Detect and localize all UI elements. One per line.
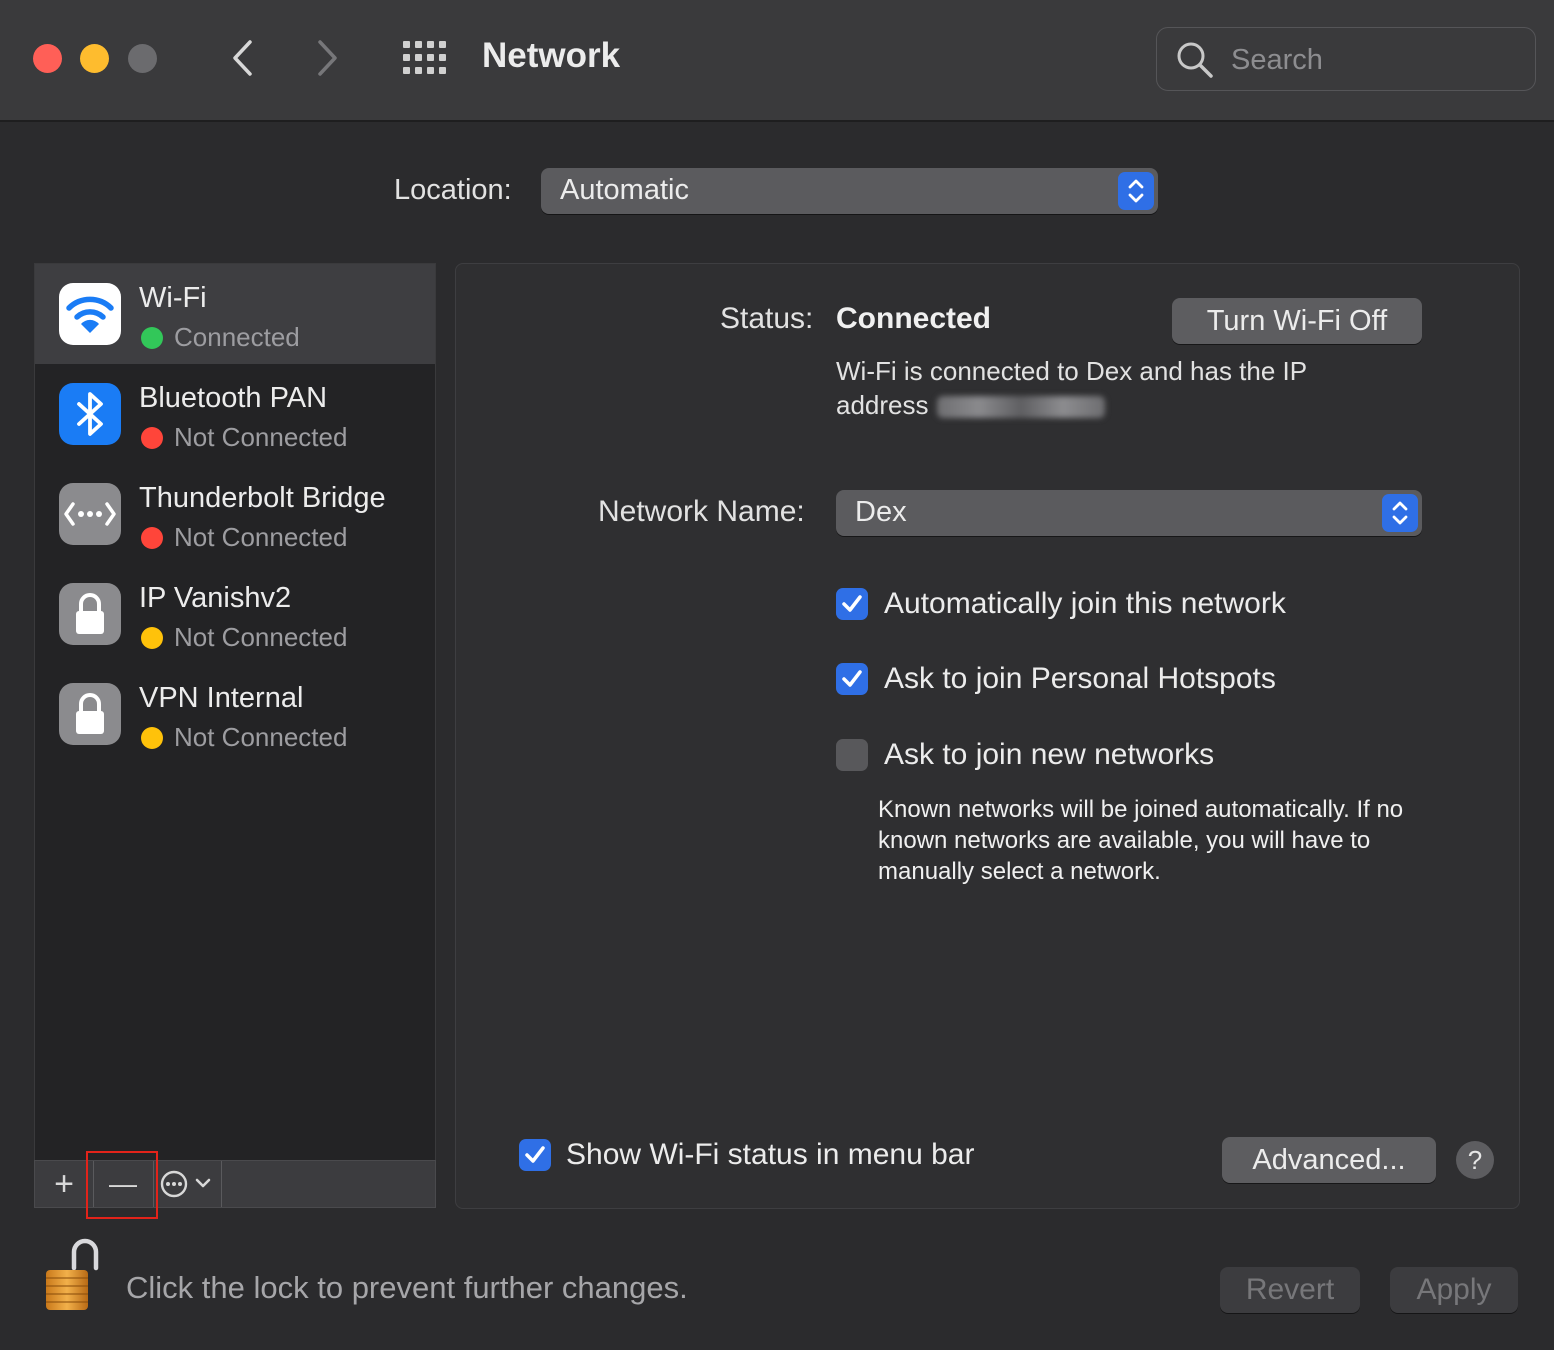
service-name: IP Vanishv2: [139, 582, 292, 614]
network-name-popup[interactable]: Dex: [836, 490, 1422, 536]
window-title: Network: [482, 36, 621, 75]
status-description: Wi-Fi is connected to Dex and has the IP…: [836, 354, 1396, 422]
chevron-left-icon: [233, 40, 252, 76]
apply-button[interactable]: Apply: [1390, 1267, 1518, 1313]
service-item-wifi[interactable]: Wi-Fi Connected: [35, 264, 435, 364]
turn-wifi-off-label: Turn Wi-Fi Off: [1206, 304, 1388, 337]
service-name: Thunderbolt Bridge: [139, 482, 386, 514]
action-menu-button[interactable]: [153, 1161, 222, 1207]
service-status: Not Connected: [174, 522, 348, 552]
search-field[interactable]: [1156, 27, 1536, 91]
ellipsis-circle-icon: [160, 1170, 211, 1198]
status-dot-red: [141, 527, 163, 549]
show-wifi-status-checkbox[interactable]: [519, 1139, 551, 1171]
bluetooth-icon: [59, 383, 121, 445]
popup-stepper-icon: [1382, 494, 1418, 532]
service-status: Not Connected: [174, 722, 348, 752]
search-icon: [1177, 42, 1213, 78]
service-name: Wi-Fi: [139, 282, 207, 314]
highlight-box: [86, 1151, 158, 1219]
location-popup[interactable]: Automatic: [541, 168, 1158, 214]
advanced-label: Advanced...: [1252, 1143, 1406, 1176]
location-label: Location:: [394, 174, 512, 206]
service-list: Wi-Fi Connected Bluetooth PAN Not Connec…: [34, 263, 436, 1161]
service-name: Bluetooth PAN: [139, 382, 328, 414]
location-value: Automatic: [560, 174, 689, 206]
redacted-ip-address: [936, 396, 1105, 419]
service-status: Not Connected: [174, 622, 348, 652]
show-wifi-status-label[interactable]: Show Wi-Fi status in menu bar: [566, 1138, 974, 1172]
search-input[interactable]: [1229, 38, 1523, 82]
new-networks-checkbox[interactable]: [836, 739, 868, 771]
thunderbolt-bridge-icon: [59, 483, 121, 545]
add-label: +: [54, 1164, 74, 1203]
help-button[interactable]: ?: [1456, 1141, 1494, 1179]
service-name: VPN Internal: [139, 682, 304, 714]
chevron-right-icon: [318, 40, 337, 76]
lock-icon: [59, 583, 121, 645]
checkmark-icon: [842, 670, 862, 687]
close-window-button[interactable]: [33, 44, 62, 73]
service-item-ip-vanishv2[interactable]: IP Vanishv2 Not Connected: [35, 564, 435, 664]
forward-button[interactable]: [308, 36, 348, 80]
service-status: Connected: [174, 322, 300, 352]
service-status: Not Connected: [174, 422, 348, 452]
unlocked-padlock-icon: [46, 1238, 99, 1310]
personal-hotspots-label[interactable]: Ask to join Personal Hotspots: [884, 662, 1276, 696]
status-dot-yellow: [141, 727, 163, 749]
network-name-value: Dex: [855, 496, 907, 528]
known-networks-note: Known networks will be joined automatica…: [878, 796, 1404, 885]
new-networks-label[interactable]: Ask to join new networks: [884, 738, 1214, 772]
checkmark-icon: [842, 595, 862, 612]
grid-icon: [403, 41, 446, 74]
status-value: Connected: [836, 302, 992, 335]
advanced-button[interactable]: Advanced...: [1222, 1137, 1436, 1183]
status-dot-red: [141, 427, 163, 449]
personal-hotspots-checkbox[interactable]: [836, 663, 868, 695]
service-item-thunderbolt-bridge[interactable]: Thunderbolt Bridge Not Connected: [35, 464, 435, 564]
auto-join-label[interactable]: Automatically join this network: [884, 587, 1286, 621]
revert-button[interactable]: Revert: [1220, 1267, 1360, 1313]
revert-label: Revert: [1245, 1273, 1335, 1306]
service-item-bluetooth-pan[interactable]: Bluetooth PAN Not Connected: [35, 364, 435, 464]
auto-join-checkbox[interactable]: [836, 588, 868, 620]
popup-stepper-icon: [1118, 172, 1154, 210]
toolbar: Network: [0, 0, 1554, 122]
network-name-label: Network Name:: [598, 495, 805, 528]
status-dot-green: [141, 327, 163, 349]
lock-message: Click the lock to prevent further change…: [126, 1270, 688, 1305]
status-label: Status:: [720, 302, 814, 335]
checkmark-icon: [525, 1146, 545, 1163]
zoom-window-button[interactable]: [128, 44, 157, 73]
unlocked-padlock-button[interactable]: [44, 1238, 106, 1319]
wifi-icon: [59, 283, 121, 345]
back-button[interactable]: [222, 36, 262, 80]
apply-label: Apply: [1416, 1273, 1492, 1306]
minimize-window-button[interactable]: [80, 44, 109, 73]
help-label: ?: [1467, 1144, 1483, 1175]
service-item-vpn-internal[interactable]: VPN Internal Not Connected: [35, 664, 435, 764]
turn-wifi-off-button[interactable]: Turn Wi-Fi Off: [1172, 298, 1422, 344]
lock-icon: [59, 683, 121, 745]
show-all-button[interactable]: [402, 36, 448, 80]
status-dot-yellow: [141, 627, 163, 649]
